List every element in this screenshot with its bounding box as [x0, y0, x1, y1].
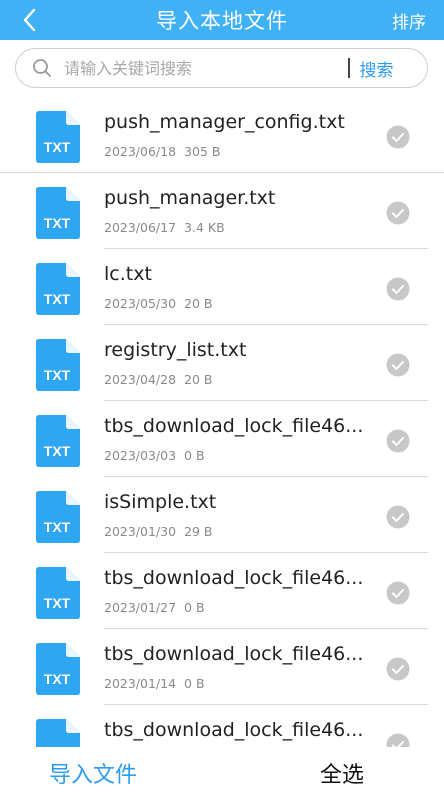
file-list-item[interactable]: TXT tbs_download_lock_file46...: [0, 705, 444, 747]
file-list-item[interactable]: TXT tbs_download_lock_file46... 2023/01/…: [0, 553, 444, 629]
file-meta: 2023/05/30 20 B: [104, 296, 213, 311]
file-size: 0 B: [184, 448, 205, 463]
txt-file-icon: TXT: [36, 415, 80, 467]
txt-file-icon: TXT: [36, 339, 80, 391]
checkbox-icon[interactable]: [386, 657, 410, 681]
txt-file-icon: TXT: [36, 719, 80, 747]
checkbox-icon[interactable]: [386, 277, 410, 301]
file-meta: 2023/03/03 0 B: [104, 448, 205, 463]
checkbox-icon[interactable]: [386, 581, 410, 605]
txt-file-icon: TXT: [36, 187, 80, 239]
file-date: 2023/01/27: [104, 600, 177, 615]
svg-text:TXT: TXT: [44, 139, 71, 155]
file-date: 2023/03/03: [104, 448, 177, 463]
import-files-button[interactable]: 导入文件: [49, 757, 137, 789]
file-size: 20 B: [184, 372, 213, 387]
file-meta: 2023/06/17 3.4 KB: [104, 220, 225, 235]
file-size: 29 B: [184, 524, 213, 539]
file-name: tbs_download_lock_file46...: [104, 643, 364, 665]
svg-text:TXT: TXT: [44, 291, 71, 307]
file-size: 20 B: [184, 296, 213, 311]
file-meta: 2023/01/27 0 B: [104, 600, 205, 615]
back-button[interactable]: [14, 4, 46, 36]
txt-file-icon: TXT: [36, 111, 80, 163]
file-list[interactable]: TXT push_manager_config.txt 2023/06/18 30…: [0, 97, 444, 747]
file-name: registry_list.txt: [104, 339, 247, 361]
checkbox-icon[interactable]: [386, 733, 410, 747]
search-box: 搜索: [15, 48, 428, 88]
file-meta: 2023/04/28 20 B: [104, 372, 213, 387]
file-name: tbs_download_lock_file46...: [104, 415, 364, 437]
txt-file-icon: TXT: [36, 567, 80, 619]
page-title: 导入本地文件: [156, 9, 288, 33]
file-list-item[interactable]: TXT registry_list.txt 2023/04/28 20 B: [0, 325, 444, 401]
checkbox-icon[interactable]: [386, 125, 410, 149]
file-list-item[interactable]: TXT isSimple.txt 2023/01/30 29 B: [0, 477, 444, 553]
chevron-left-icon: [23, 8, 36, 32]
file-meta: 2023/01/14 0 B: [104, 676, 205, 691]
select-all-button[interactable]: 全选: [320, 757, 364, 789]
file-date: 2023/06/17: [104, 220, 177, 235]
svg-text:TXT: TXT: [44, 519, 71, 535]
file-date: 2023/06/18: [104, 144, 177, 159]
file-name: lc.txt: [104, 263, 152, 285]
txt-file-icon: TXT: [36, 491, 80, 543]
file-name: isSimple.txt: [104, 491, 217, 513]
file-name: tbs_download_lock_file46...: [104, 719, 364, 741]
svg-text:TXT: TXT: [44, 215, 71, 231]
svg-text:TXT: TXT: [44, 595, 71, 611]
file-size: 3.4 KB: [184, 220, 225, 235]
svg-text:TXT: TXT: [44, 443, 71, 459]
file-date: 2023/01/30: [104, 524, 177, 539]
file-list-item[interactable]: TXT push_manager.txt 2023/06/17 3.4 KB: [0, 173, 444, 249]
file-list-item[interactable]: TXT lc.txt 2023/05/30 20 B: [0, 249, 444, 325]
file-size: 305 B: [184, 144, 221, 159]
search-button[interactable]: 搜索: [360, 56, 394, 81]
file-meta: 2023/01/30 29 B: [104, 524, 213, 539]
checkbox-icon[interactable]: [386, 505, 410, 529]
bottom-bar: 导入文件 全选: [0, 747, 444, 794]
txt-file-icon: TXT: [36, 263, 80, 315]
svg-text:TXT: TXT: [44, 367, 71, 383]
checkbox-icon[interactable]: [386, 201, 410, 225]
txt-file-icon: TXT: [36, 643, 80, 695]
file-list-item[interactable]: TXT tbs_download_lock_file46... 2023/01/…: [0, 629, 444, 705]
file-size: 0 B: [184, 600, 205, 615]
checkbox-icon[interactable]: [386, 353, 410, 377]
file-name: tbs_download_lock_file46...: [104, 567, 364, 589]
file-date: 2023/05/30: [104, 296, 177, 311]
file-name: push_manager.txt: [104, 187, 276, 209]
sort-button[interactable]: 排序: [392, 8, 426, 33]
file-size: 0 B: [184, 676, 205, 691]
file-list-item[interactable]: TXT tbs_download_lock_file46... 2023/03/…: [0, 401, 444, 477]
file-meta: 2023/06/18 305 B: [104, 144, 220, 159]
search-bar: 搜索: [0, 40, 444, 97]
svg-text:TXT: TXT: [44, 671, 71, 687]
file-date: 2023/04/28: [104, 372, 177, 387]
search-icon: [32, 57, 54, 79]
file-list-item[interactable]: TXT push_manager_config.txt 2023/06/18 30…: [0, 97, 444, 173]
checkbox-icon[interactable]: [386, 429, 410, 453]
app-header: 导入本地文件 排序: [0, 0, 444, 40]
search-divider: [348, 58, 350, 78]
file-date: 2023/01/14: [104, 676, 177, 691]
file-name: push_manager_config.txt: [104, 111, 345, 133]
search-input[interactable]: [64, 58, 344, 78]
